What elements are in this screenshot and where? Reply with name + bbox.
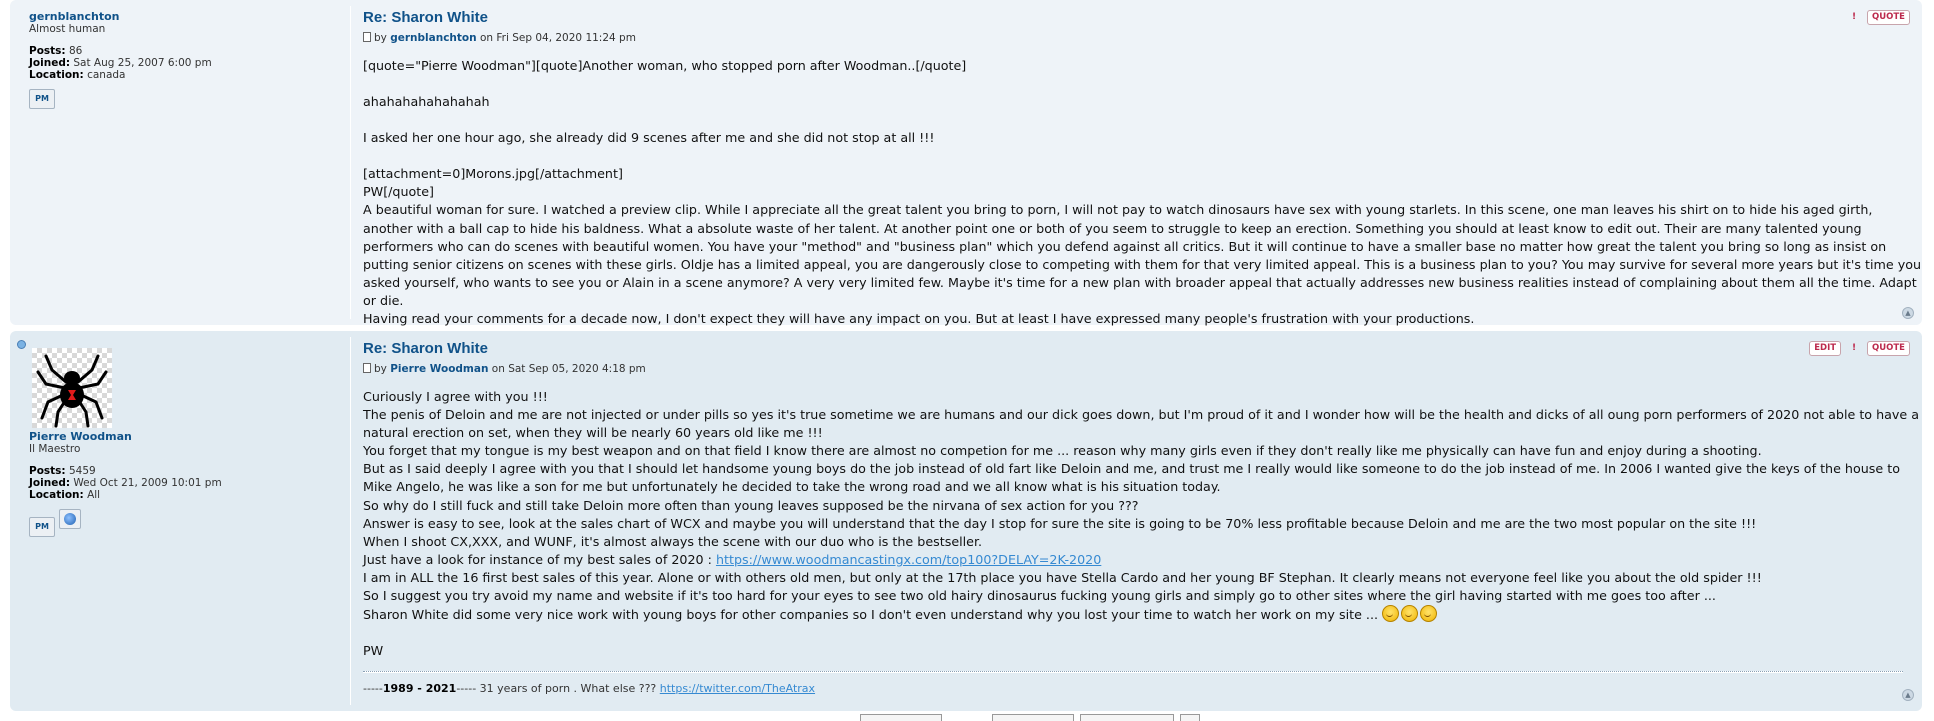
author-name[interactable]: gernblanchton [29, 11, 339, 23]
author-posts: Posts: 86 [29, 45, 83, 57]
post-author-line: by Pierre Woodman on Sat Sep 05, 2020 4:… [363, 360, 1923, 378]
content-line: Sharon White did some very nice work wit… [363, 605, 1923, 624]
grin-emoji-icon [1420, 605, 1438, 623]
post-divider [350, 337, 351, 705]
globe-icon [64, 513, 76, 525]
content-line: [quote="Pierre Woodman"][quote]Another w… [363, 58, 967, 73]
content-line: PW [363, 643, 384, 659]
signature-divider [363, 671, 1903, 673]
author-rank: Almost human [29, 23, 106, 35]
content-line: So why do I still fuck and still take De… [363, 497, 1139, 513]
post-body: Re: Sharon White by gernblanchton on Fri… [363, 9, 1923, 328]
sales-link[interactable]: https://www.woodmancastingx.com/top100?D… [716, 552, 1101, 567]
post-1: gernblanchton Almost human Posts: 86 Joi… [10, 0, 1923, 328]
author-rank: Il Maestro [29, 443, 81, 455]
author-joined: Joined: Sat Aug 25, 2007 6:00 pm [29, 57, 212, 69]
author-joined: Joined: Wed Oct 21, 2009 10:01 pm [29, 477, 222, 489]
post-icon [363, 32, 371, 42]
content-line: A beautiful woman for sure. I watched a … [363, 202, 1922, 308]
author-location: Location: All [29, 489, 101, 501]
grin-emoji-icon [1382, 605, 1400, 623]
author-name[interactable]: Pierre Woodman [29, 431, 339, 443]
post-divider [350, 6, 351, 319]
post-author-link[interactable]: Pierre Woodman [390, 363, 488, 375]
author-location: Location: canada [29, 69, 126, 81]
content-line: When I shoot CX,XXX, and WUNF, it's almo… [363, 533, 983, 549]
grin-emoji-icon [1401, 605, 1419, 623]
content-line: Curiously I agree with you !!! [363, 389, 548, 404]
post-content: [quote="Pierre Woodman"][quote]Another w… [363, 57, 1923, 328]
content-line: I asked her one hour ago, she already di… [363, 130, 935, 146]
post-title[interactable]: Re: Sharon White [363, 340, 1923, 358]
post-author-line: by gernblanchton on Fri Sep 04, 2020 11:… [363, 29, 1923, 47]
content-line: You forget that my tongue is my best wea… [363, 443, 1762, 459]
content-line: I am in ALL the 16 first best sales of t… [363, 569, 1762, 585]
website-button[interactable] [59, 509, 81, 529]
content-line: But as I said deeply I agree with you th… [363, 461, 1900, 495]
online-status-icon [17, 340, 26, 349]
post-profile: gernblanchton Almost human Posts: 86 Joi… [29, 11, 339, 109]
post-icon [363, 363, 371, 373]
content-line: Having read your comments for a decade n… [363, 311, 1475, 327]
content-line: ahahahahahahahah [363, 94, 490, 110]
author-posts: Posts: 5459 [29, 465, 96, 477]
content-line: PW[/quote] [363, 184, 435, 200]
back-to-top-icon[interactable]: ▲ [1902, 689, 1914, 701]
pm-button[interactable]: PM [29, 517, 55, 537]
content-line: So I suggest you try avoid my name and w… [363, 588, 1716, 604]
post-2: Pierre Woodman Il Maestro Posts: 5459 Jo… [10, 331, 1922, 711]
signature: -----1989 - 2021----- 31 years of porn .… [363, 682, 816, 695]
content-line: Answer is easy to see, look at the sales… [363, 515, 1757, 531]
content-line: The penis of Deloin and me are not injec… [363, 407, 1920, 441]
twitter-link[interactable]: https://twitter.com/TheAtrax [660, 682, 815, 695]
post-title[interactable]: Re: Sharon White [363, 9, 1923, 27]
content-line: Just have a look for instance of my best… [363, 551, 1102, 567]
content-line: [attachment=0]Morons.jpg[/attachment] [363, 166, 623, 182]
back-to-top-icon[interactable]: ▲ [1902, 307, 1914, 319]
post-content: Curiously I agree with you !!! The penis… [363, 388, 1923, 660]
post-body: Re: Sharon White by Pierre Woodman on Sa… [363, 340, 1923, 660]
post-profile: Pierre Woodman Il Maestro Posts: 5459 Jo… [29, 358, 339, 537]
pm-button[interactable]: PM [29, 89, 55, 109]
post-author-link[interactable]: gernblanchton [390, 32, 476, 44]
